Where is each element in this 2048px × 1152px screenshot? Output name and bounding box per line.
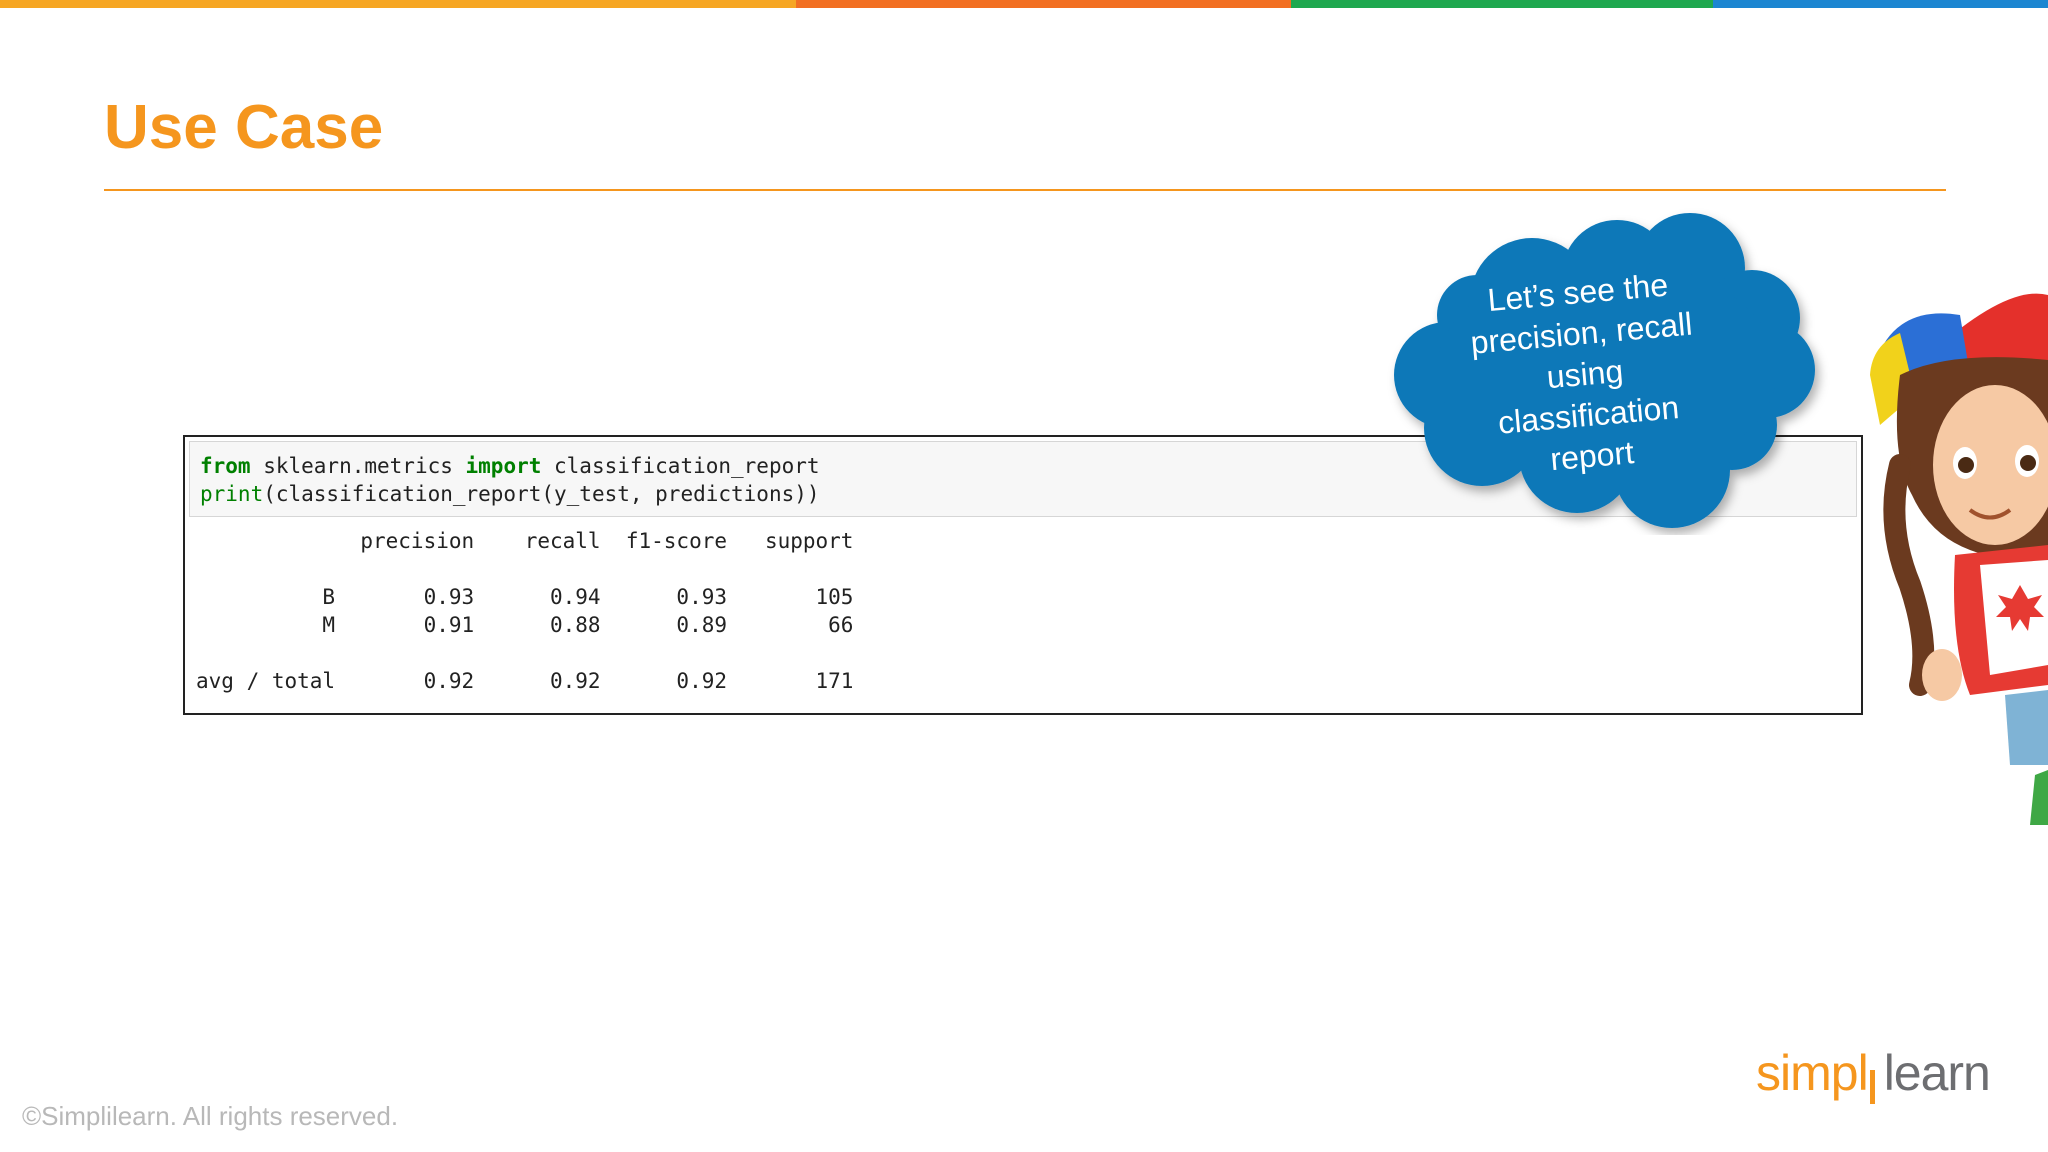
keyword-from: from xyxy=(200,454,251,478)
code-line-print: print(classification_report(y_test, pred… xyxy=(200,480,820,508)
top-bar-blue xyxy=(1713,0,2048,8)
girl-character-icon xyxy=(1870,293,2048,825)
logo-text-learn: learn xyxy=(1883,1045,1991,1101)
code-module: sklearn.metrics xyxy=(250,454,466,478)
top-bar-green xyxy=(1291,0,1713,8)
code-imported-name: classification_report xyxy=(541,454,820,478)
top-bar-orange xyxy=(796,0,1291,8)
title-underline xyxy=(104,189,1946,191)
simplilearn-logo: simpl learn xyxy=(1756,1038,1996,1108)
report-row-m: M 0.91 0.88 0.89 66 xyxy=(196,613,854,637)
builtin-print: print xyxy=(200,482,264,506)
logo-bar xyxy=(1870,1070,1875,1104)
keyword-import: import xyxy=(465,454,542,478)
code-line-import: from sklearn.metrics import classificati… xyxy=(200,452,820,480)
slide-title: Use Case xyxy=(104,93,384,162)
report-row-b: B 0.93 0.94 0.93 105 xyxy=(196,585,854,609)
top-color-bar xyxy=(0,0,2048,8)
callout-text: Let’s see the precision, recall using cl… xyxy=(1432,260,1739,489)
copyright-text: ©Simplilearn. All rights reserved. xyxy=(22,1101,399,1131)
report-header-row: precision recall f1-score support xyxy=(196,529,854,553)
logo-text-simpl: simpl xyxy=(1756,1045,1869,1101)
report-row-avg-total: avg / total 0.92 0.92 0.92 171 xyxy=(196,669,854,693)
code-print-call: (classification_report(y_test, predictio… xyxy=(263,482,820,506)
top-bar-yellow xyxy=(0,0,796,8)
